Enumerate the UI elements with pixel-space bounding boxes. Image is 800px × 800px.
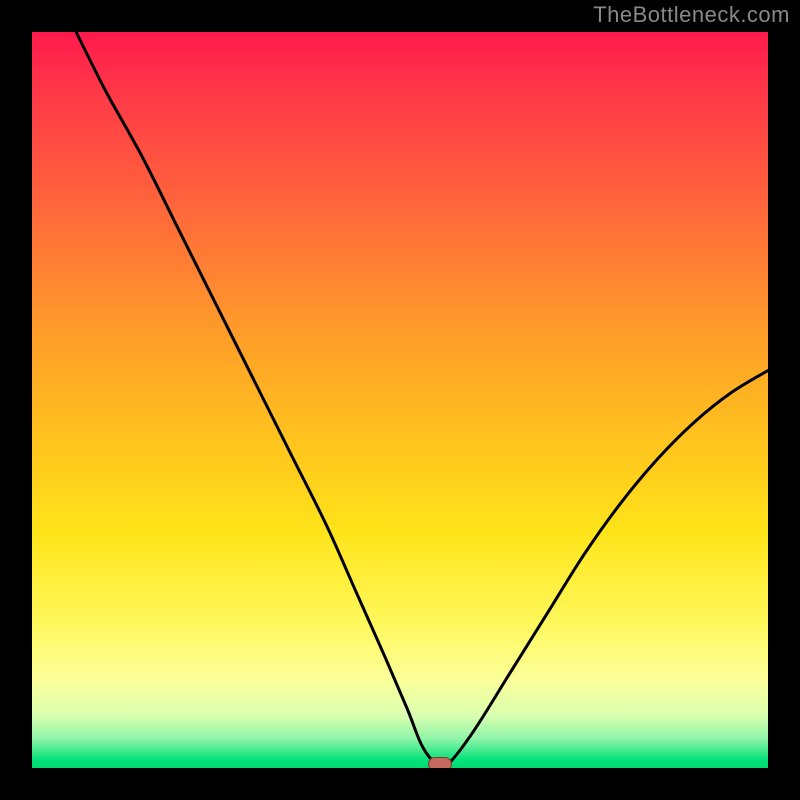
bottleneck-curve-svg (32, 32, 768, 768)
bottleneck-curve-path (76, 32, 768, 768)
valley-marker (428, 757, 452, 768)
watermark-text: TheBottleneck.com (593, 2, 790, 28)
chart-frame: TheBottleneck.com (0, 0, 800, 800)
plot-area (32, 32, 768, 768)
